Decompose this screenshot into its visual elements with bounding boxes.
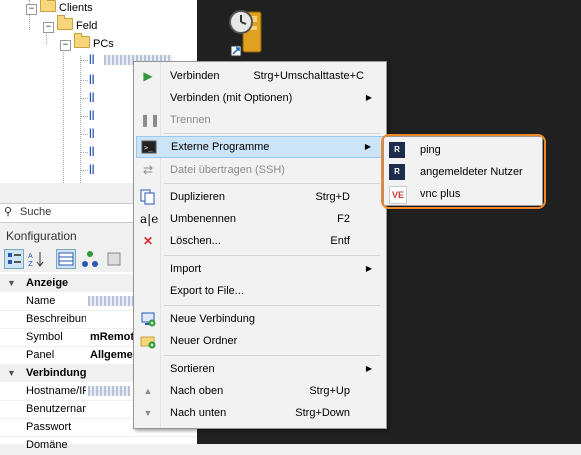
menu-item-connect[interactable]: ▶ Verbinden Strg+Umschalttaste+C — [136, 65, 384, 87]
menu-item-new-connection[interactable]: Neue Verbindung — [136, 308, 384, 330]
connection-icon[interactable]: || — [89, 74, 101, 86]
rename-icon: a|e — [140, 212, 159, 226]
submenu-arrow-icon: ▶ — [365, 93, 372, 102]
menu-item-duplicate[interactable]: Duplizieren Strg+D — [136, 186, 384, 208]
menu-item-new-folder[interactable]: Neuer Ordner — [136, 330, 384, 352]
folder-icon — [74, 33, 90, 48]
svg-text:Z: Z — [28, 260, 33, 268]
menu-item-sort[interactable]: Sortieren ▶ — [136, 358, 384, 380]
menu-item-connect-with-options[interactable]: Verbinden (mit Optionen) ▶ — [136, 87, 384, 109]
collapse-icon[interactable]: − — [26, 4, 37, 15]
new-connection-icon — [140, 311, 156, 327]
context-menu: ▶ Verbinden Strg+Umschalttaste+C Verbind… — [133, 61, 387, 429]
tree-node-label: Feld — [76, 20, 98, 32]
default-inheritance-icon[interactable] — [104, 249, 124, 269]
menu-separator — [164, 355, 380, 356]
menu-separator — [164, 183, 380, 184]
menu-item-transfer-file-ssh[interactable]: ⇄ Datei übertragen (SSH) — [136, 159, 384, 181]
inheritance-icon[interactable] — [80, 249, 100, 269]
submenu-arrow-icon: ▶ — [364, 142, 371, 151]
scheduled-task-icon[interactable] — [229, 8, 265, 58]
pause-icon: ❚❚ — [140, 113, 161, 127]
connection-icon[interactable]: || — [89, 110, 101, 122]
connection-icon[interactable]: || — [89, 146, 101, 158]
submenu-arrow-icon: ▶ — [365, 264, 372, 273]
delete-icon: ✕ — [142, 234, 154, 248]
file-transfer-icon: ⇄ — [142, 163, 154, 177]
arrow-down-icon: ▼ — [143, 408, 153, 418]
connection-icon[interactable]: || — [89, 54, 101, 66]
play-icon: ▶ — [143, 69, 153, 83]
arrow-up-icon: ▲ — [143, 386, 153, 396]
menu-item-move-up[interactable]: ▲ Nach oben Strg+Up — [136, 380, 384, 402]
tree-node-pcs[interactable]: − PCs — [60, 33, 114, 52]
search-placeholder: Suche — [20, 206, 52, 218]
menu-item-external-programs[interactable]: >_ Externe Programme ▶ — [136, 136, 384, 158]
properties-view-button[interactable] — [56, 249, 76, 269]
menu-separator — [164, 305, 380, 306]
tree-node-feld[interactable]: − Feld — [43, 15, 98, 34]
duplicate-icon — [140, 189, 156, 205]
sort-alphabetical-icon[interactable]: AZ — [26, 249, 46, 269]
menu-item-rename[interactable]: a|e Umbenennen F2 — [136, 208, 384, 230]
collapse-icon[interactable]: − — [60, 40, 71, 51]
svg-text:>_: >_ — [144, 144, 153, 152]
redacted-value — [88, 386, 130, 396]
menu-item-export-to-file[interactable]: Export to File... — [136, 280, 384, 302]
chevron-down-icon[interactable]: ▼ — [7, 364, 16, 382]
menu-separator — [164, 255, 380, 256]
menu-item-move-down[interactable]: ▼ Nach unten Strg+Down — [136, 402, 384, 424]
folder-icon — [57, 15, 73, 30]
tree-node-label: Clients — [59, 2, 93, 14]
console-icon: >_ — [141, 139, 157, 155]
collapse-icon[interactable]: − — [43, 22, 54, 33]
tree-node-clients[interactable]: − Clients — [26, 0, 93, 16]
chevron-down-icon[interactable]: ▼ — [7, 274, 16, 292]
categorized-view-button[interactable] — [4, 249, 24, 269]
menu-item-disconnect[interactable]: ❚❚ Trennen — [136, 109, 384, 131]
tree-node-label: PCs — [93, 38, 114, 50]
connection-icon[interactable]: || — [89, 164, 101, 176]
redacted-value — [88, 296, 136, 306]
submenu-arrow-icon: ▶ — [365, 364, 372, 373]
connection-icon[interactable]: || — [89, 128, 101, 140]
connection-icon[interactable]: || — [89, 92, 101, 104]
search-icon: ⚲ — [4, 206, 13, 218]
new-folder-icon — [140, 333, 156, 349]
menu-item-delete[interactable]: ✕ Löschen... Entf — [136, 230, 384, 252]
folder-icon — [40, 0, 56, 12]
property-row-domain[interactable]: Domäne — [0, 436, 197, 455]
menu-separator — [164, 133, 380, 134]
highlight-annotation-outline — [381, 134, 546, 209]
menu-item-import[interactable]: Import ▶ — [136, 258, 384, 280]
svg-text:A: A — [28, 252, 33, 260]
